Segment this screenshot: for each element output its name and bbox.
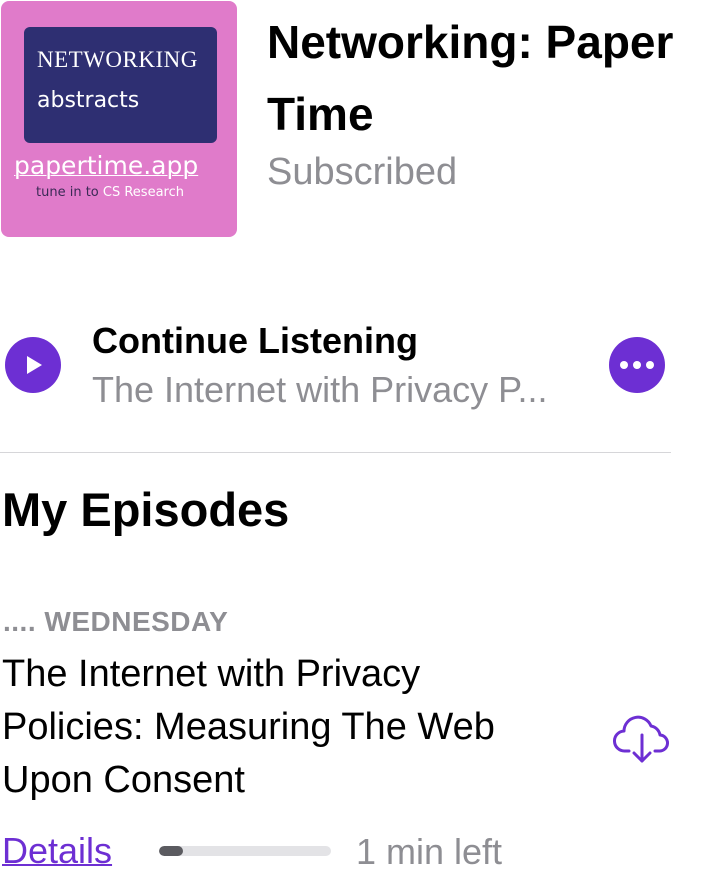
continue-listening-title[interactable]: Continue Listening — [92, 320, 418, 362]
section-divider — [0, 452, 671, 453]
cloud-download-icon[interactable] — [613, 713, 671, 765]
my-episodes-heading: My Episodes — [2, 483, 290, 536]
episode-title[interactable]: The Internet with Privacy Policies: Meas… — [2, 648, 562, 807]
continue-listening-episode[interactable]: The Internet with Privacy P... — [92, 369, 548, 411]
artwork-tagline-prefix: tune in to — [36, 185, 99, 200]
episode-time-left: 1 min left — [356, 831, 503, 872]
ellipsis-icon-dot — [646, 361, 654, 369]
episode-progress-bar — [159, 846, 331, 856]
ellipsis-icon-dot — [633, 361, 641, 369]
podcast-artwork: NETWORKING abstracts papertime.app tune … — [1, 1, 237, 237]
ellipsis-icon-dot — [620, 361, 628, 369]
artwork-tagline-highlight: CS Research — [102, 185, 184, 200]
podcast-page: NETWORKING abstracts papertime.app tune … — [0, 0, 711, 873]
episode-meta: .... WEDNESDAY — [3, 606, 228, 638]
play-icon — [27, 356, 42, 374]
more-options-button[interactable] — [609, 337, 665, 393]
artwork-title-panel: NETWORKING abstracts — [24, 27, 217, 143]
artwork-line-1: NETWORKING — [37, 47, 198, 72]
artwork-tagline: tune in to CS Research — [36, 185, 184, 200]
play-button[interactable] — [5, 337, 61, 393]
episode-details-link[interactable]: Details — [2, 830, 112, 872]
episode-day: WEDNESDAY — [44, 606, 229, 637]
podcast-title: Networking: Paper Time — [267, 16, 674, 140]
artwork-site: papertime.app — [14, 151, 199, 180]
subscription-status: Subscribed — [267, 151, 458, 193]
episode-progress-fill — [159, 846, 184, 856]
artwork-line-2: abstracts — [37, 88, 140, 113]
played-status-dots: .... — [3, 606, 37, 637]
